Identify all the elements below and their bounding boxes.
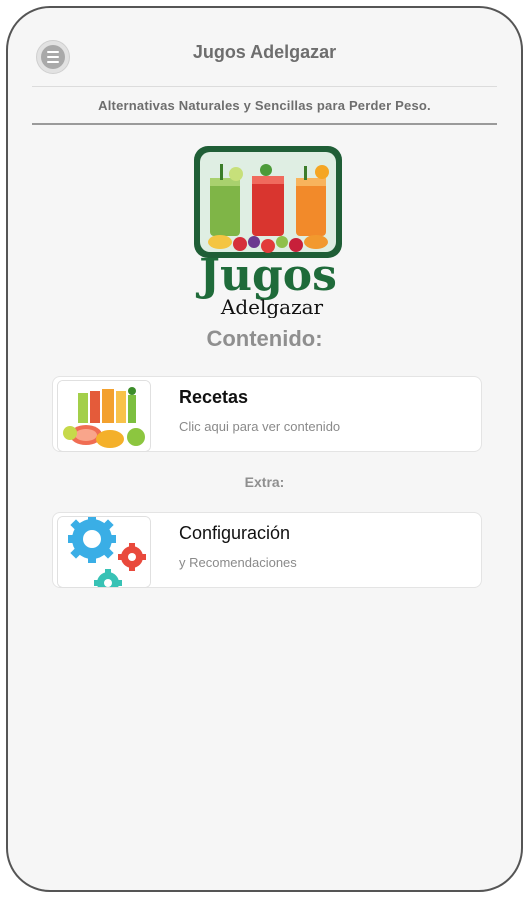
app-logo: Jugos Adelgazar [194, 146, 342, 318]
recetas-card[interactable]: Recetas Clic aqui para ver contenido [52, 376, 482, 452]
page-title: Jugos Adelgazar [192, 42, 337, 62]
configuracion-card[interactable]: Configuración y Recomendaciones [52, 512, 482, 588]
subheader-text: Alternativas Naturales y Sencillas para … [98, 97, 431, 113]
extra-label: Extra: [244, 474, 285, 490]
configuracion-title: Configuración [179, 523, 291, 543]
app-header: Jugos Adelgazar [8, 8, 521, 86]
configuracion-description: y Recomendaciones [179, 555, 297, 570]
subheader: Alternativas Naturales y Sencillas para … [32, 86, 497, 125]
content-section-title: Contenido: [206, 326, 323, 351]
gears-icon [57, 516, 151, 588]
phone-frame: Jugos Adelgazar Alternativas Naturales y… [6, 6, 523, 892]
logo-title-text: Jugos [195, 250, 337, 301]
logo-subtitle-text: Adelgazar [220, 295, 324, 318]
juice-glasses-image [57, 380, 151, 452]
recetas-description: Clic aqui para ver contenido [179, 419, 341, 434]
recetas-title: Recetas [179, 387, 249, 407]
